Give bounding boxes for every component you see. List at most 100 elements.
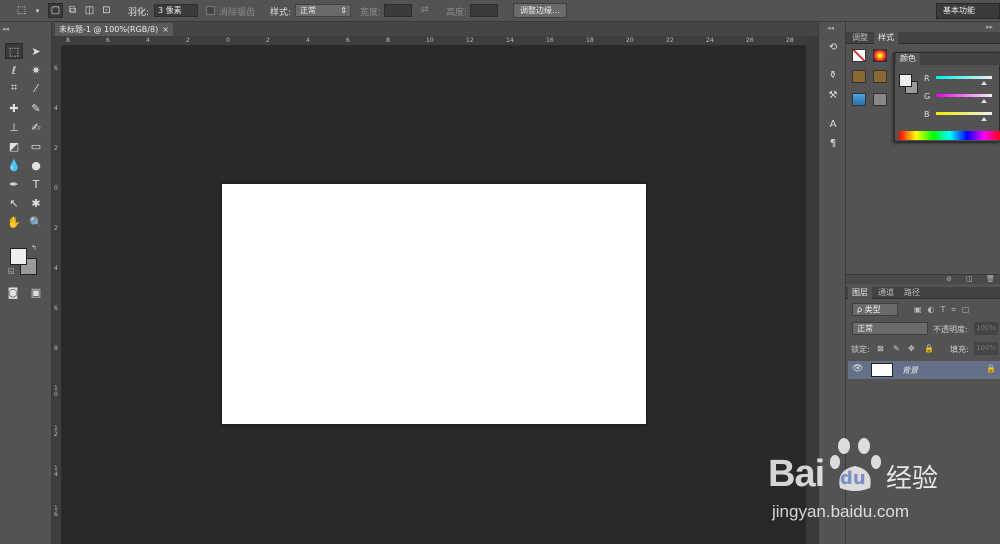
tool-presets-icon[interactable]: ⚒ xyxy=(825,88,841,102)
style-swatch-none[interactable] xyxy=(852,49,866,62)
magic-wand-tool-icon[interactable]: ✷ xyxy=(27,62,45,78)
green-slider-thumb[interactable] xyxy=(981,99,987,103)
ruler-h-tick: 10 xyxy=(426,37,434,44)
layer-filter-select[interactable]: ρ 类型 xyxy=(852,303,898,316)
pen-tool-icon[interactable]: ✒ xyxy=(5,176,23,192)
visibility-eye-icon[interactable]: 👁 xyxy=(852,364,863,374)
dodge-tool-icon[interactable]: ● xyxy=(27,157,45,173)
close-tab-icon[interactable]: × xyxy=(162,23,169,36)
width-label: 宽度: xyxy=(360,8,382,18)
paragraph-panel-icon[interactable]: ¶ xyxy=(825,136,841,150)
character-panel-icon[interactable]: A xyxy=(825,117,841,131)
clear-style-icon[interactable]: ⊘ xyxy=(946,275,952,283)
preset-dropdown-icon[interactable]: ▾ xyxy=(30,3,45,18)
style-select[interactable]: 正常 ⇕ xyxy=(295,4,351,17)
layer-filter-icons[interactable]: ▣◐T⌗▢ xyxy=(914,305,976,315)
select-arrow-icon: ⇕ xyxy=(340,6,347,15)
tab-color[interactable]: 颜色 xyxy=(896,53,920,65)
green-slider[interactable] xyxy=(936,94,992,97)
style-swatch-gray[interactable] xyxy=(873,93,887,106)
healing-brush-tool-icon[interactable]: ✚ xyxy=(5,100,23,116)
swap-colors-icon[interactable]: ↰ xyxy=(31,244,37,252)
brush-presets-icon[interactable]: ⚱ xyxy=(825,68,841,82)
antialias-checkbox[interactable] xyxy=(206,6,215,15)
eraser-tool-icon[interactable]: ◩ xyxy=(5,138,23,154)
ruler-h-tick: 6 xyxy=(346,37,350,44)
vertical-ruler[interactable]: 6 4 2 0 2 4 6 8 1 0 1 2 1 4 1 6 xyxy=(52,46,62,544)
panel-collapse-icon[interactable]: ▸▸ xyxy=(986,23,993,31)
color-spectrum[interactable] xyxy=(899,131,1000,140)
ruler-origin[interactable] xyxy=(52,36,62,46)
type-tool-icon[interactable]: T xyxy=(27,176,45,192)
style-swatch-bronze[interactable] xyxy=(873,70,887,83)
layer-row-background[interactable]: 👁 背景 🔒 xyxy=(848,361,1000,379)
clone-stamp-tool-icon[interactable]: ⊥ xyxy=(5,119,23,135)
rect-marquee-tool-icon[interactable]: ⬚ xyxy=(5,43,23,59)
height-input[interactable] xyxy=(470,4,498,17)
style-swatch-blue[interactable] xyxy=(852,93,866,106)
tab-paths[interactable]: 路径 xyxy=(900,287,924,299)
workspace-selector[interactable]: 基本功能 xyxy=(936,3,1000,19)
canvas[interactable] xyxy=(222,184,646,424)
swap-dimensions-icon[interactable]: ⇄ xyxy=(421,5,429,15)
collapse-arrows-icon[interactable]: ◂◂ xyxy=(2,25,9,33)
lock-paint-icon[interactable]: ✎ xyxy=(893,344,900,353)
move-tool-icon[interactable]: ➤ xyxy=(27,43,45,59)
style-swatch-gold[interactable] xyxy=(852,70,866,83)
refine-edge-button[interactable]: 调整边缘... xyxy=(513,3,567,18)
marquee-tool-preset-icon[interactable]: ⬚ xyxy=(14,3,29,18)
eyedropper-tool-icon[interactable]: ⁄ xyxy=(27,80,45,96)
brush-tool-icon[interactable]: ✎ xyxy=(27,100,45,116)
lock-all-icon[interactable]: 🔒 xyxy=(924,344,934,353)
hand-tool-icon[interactable]: ✋ xyxy=(5,214,23,230)
tab-layers[interactable]: 图层 xyxy=(848,287,872,299)
ruler-v-tick: 1 0 xyxy=(54,385,58,398)
ruler-v-tick: 4 xyxy=(54,105,58,112)
horizontal-ruler[interactable]: 8 6 4 2 0 2 4 6 8 10 12 14 16 18 20 22 24 26 28 xyxy=(62,36,806,46)
document-tab[interactable]: 未标题-1 @ 100%(RGB/8) × xyxy=(55,23,173,36)
history-brush-tool-icon[interactable]: ✍ xyxy=(27,119,45,135)
blur-tool-icon[interactable]: 💧 xyxy=(5,157,23,173)
tools-panel: ◂◂ ⬚ ➤ ℓ ✷ ⌗ ⁄ ✚ ✎ ⊥ ✍ ◩ ▭ 💧 ● ✒ T ↖ ✱ ✋… xyxy=(0,22,52,544)
width-input[interactable] xyxy=(384,4,412,17)
ruler-h-tick: 14 xyxy=(506,37,514,44)
red-slider-thumb[interactable] xyxy=(981,81,987,85)
intersect-selection-icon[interactable]: ⊡ xyxy=(99,3,114,18)
screen-mode-icon[interactable]: ▣ xyxy=(27,284,45,300)
red-slider[interactable] xyxy=(936,76,992,79)
new-selection-icon[interactable]: ▢ xyxy=(48,3,63,18)
fill-input[interactable]: 100% xyxy=(974,342,998,355)
tab-styles[interactable]: 样式 xyxy=(874,32,898,44)
zoom-tool-icon[interactable]: 🔍 xyxy=(27,214,45,230)
gradient-tool-icon[interactable]: ▭ xyxy=(27,138,45,154)
fill-label: 填充: xyxy=(950,345,969,354)
new-style-icon[interactable]: ◫ xyxy=(966,275,973,283)
shape-tool-icon[interactable]: ✱ xyxy=(27,195,45,211)
blue-slider-thumb[interactable] xyxy=(981,117,987,121)
ruler-h-tick: 2 xyxy=(186,37,190,44)
lasso-tool-icon[interactable]: ℓ xyxy=(5,62,23,78)
lock-position-icon[interactable]: ✥ xyxy=(908,344,915,353)
blend-mode-select[interactable]: 正常 xyxy=(852,322,928,335)
opacity-input[interactable]: 100% xyxy=(974,322,998,335)
lock-transparent-icon[interactable]: ⊠ xyxy=(877,344,884,353)
style-swatch-red[interactable] xyxy=(873,49,887,62)
feather-input[interactable]: 3 像素 xyxy=(154,4,198,17)
color-fg-swatch[interactable] xyxy=(899,74,912,87)
path-selection-tool-icon[interactable]: ↖ xyxy=(5,195,23,211)
baidu-watermark: Bai du 经验 jingyan.baidu.com xyxy=(740,430,980,540)
add-to-selection-icon[interactable]: ⧉ xyxy=(65,3,80,18)
styles-panel-footer: ⊘ ◫ 🗑 xyxy=(846,274,1000,284)
tab-adjustments[interactable]: 调整 xyxy=(848,32,872,44)
tab-channels[interactable]: 通道 xyxy=(874,287,898,299)
blue-slider[interactable] xyxy=(936,112,992,115)
ruler-v-tick: 6 xyxy=(54,305,58,312)
default-colors-icon[interactable]: ◱ xyxy=(8,267,15,275)
history-panel-icon[interactable]: ⟲ xyxy=(825,40,841,54)
foreground-color-swatch[interactable] xyxy=(10,248,27,265)
crop-tool-icon[interactable]: ⌗ xyxy=(5,80,23,96)
subtract-selection-icon[interactable]: ◫ xyxy=(82,3,97,18)
delete-style-icon[interactable]: 🗑 xyxy=(986,275,995,283)
quick-mask-icon[interactable]: ◙ xyxy=(4,284,22,300)
expand-panels-icon[interactable]: ◂◂ xyxy=(827,24,834,32)
